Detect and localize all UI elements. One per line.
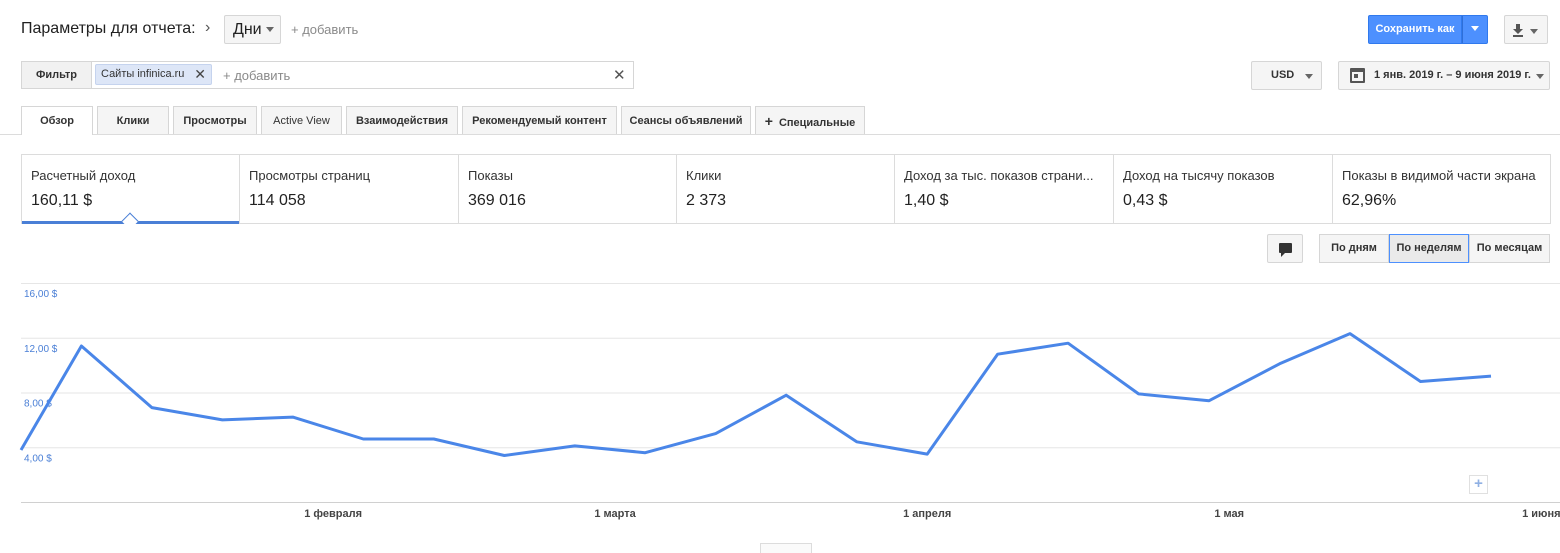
metric-value: 114 058 xyxy=(249,192,306,209)
metric-card-clicks[interactable]: Клики 2 373 xyxy=(677,155,895,223)
metric-name: Просмотры страниц xyxy=(249,168,371,183)
chevron-right-icon: › xyxy=(205,19,211,36)
filter-chip-prefix: Сайты xyxy=(101,68,138,80)
chevron-down-icon xyxy=(265,27,274,33)
metric-name: Расчетный доход xyxy=(31,168,136,183)
tab-active-view[interactable]: Active View xyxy=(261,106,342,134)
revenue-line-chart: 16,00 $12,00 $8,00 $4,00 $ 1 февраля 1 ма… xyxy=(19,283,1560,520)
tab-custom-label: Специальные xyxy=(778,117,856,129)
close-icon[interactable]: ✕ xyxy=(194,66,206,83)
metric-value: 160,11 $ xyxy=(31,192,93,209)
period-months-button[interactable]: По месяцам xyxy=(1469,234,1550,263)
tab-clicks[interactable]: Клики xyxy=(97,106,169,134)
report-params-label: Параметры для отчета: xyxy=(21,20,196,37)
plus-icon: + xyxy=(764,113,773,129)
metric-name: Доход на тысячу показов xyxy=(1123,168,1275,183)
metric-card-impressions[interactable]: Показы 369 016 xyxy=(459,155,677,223)
filter-add-input[interactable]: + добавить xyxy=(223,68,290,83)
filter-label: Фильтр xyxy=(22,62,92,88)
date-range-picker[interactable]: 1 янв. 2019 г. – 9 июня 2019 г. xyxy=(1338,61,1550,90)
chart-y-tick-label: 4,00 $ xyxy=(24,453,52,464)
save-as-button[interactable]: Сохранить как xyxy=(1368,15,1462,44)
tab-recommended-content[interactable]: Рекомендуемый контент xyxy=(462,106,617,134)
chart-gridlines xyxy=(21,283,1560,503)
metric-value: 2 373 xyxy=(686,192,727,209)
dimension-value: Дни xyxy=(233,21,262,38)
chart-y-tick-label: 12,00 $ xyxy=(24,344,58,355)
tab-overview[interactable]: Обзор xyxy=(21,106,93,135)
metric-name: Показы xyxy=(468,168,513,183)
chart-zoom-button[interactable]: + xyxy=(1469,475,1488,494)
metric-value: 62,96% xyxy=(1342,192,1397,209)
chart-x-tick-label: 1 мая xyxy=(1214,508,1244,520)
metric-name: Показы в видимой части экрана xyxy=(1342,168,1536,183)
dimension-dropdown[interactable]: Дни xyxy=(224,15,281,44)
download-button[interactable] xyxy=(1504,15,1548,44)
chart-x-tick-label: 1 марта xyxy=(594,508,636,520)
metric-value: 369 016 xyxy=(468,192,526,209)
metric-card-page-rpm[interactable]: Доход за тыс. показов страни... 1,40 $ xyxy=(895,155,1114,223)
tab-custom[interactable]: + Специальные xyxy=(755,106,865,134)
chart-series-line xyxy=(19,332,1492,457)
add-dimension-link[interactable]: + добавить xyxy=(291,22,358,37)
clear-filter-icon[interactable]: ✕ xyxy=(613,66,626,84)
chart-x-tick-label: 1 февраля xyxy=(304,508,362,520)
currency-value: USD xyxy=(1271,69,1295,81)
calendar-icon xyxy=(1350,68,1365,83)
chart-y-tick-label: 16,00 $ xyxy=(24,289,58,300)
tab-views[interactable]: Просмотры xyxy=(173,106,257,134)
download-icon xyxy=(1513,24,1538,38)
chart-x-axis: 1 февраля 1 марта 1 апреля 1 мая 1 июня xyxy=(304,508,1560,520)
chevron-down-icon xyxy=(1305,74,1313,79)
chart-scroll-handle[interactable] xyxy=(760,543,812,553)
chevron-down-icon xyxy=(1471,26,1479,32)
tab-ad-sessions[interactable]: Сеансы объявлений xyxy=(621,106,751,134)
metric-card-page-views[interactable]: Просмотры страниц 114 058 xyxy=(240,155,459,223)
metrics-scorecard: Расчетный доход 160,11 $ Просмотры стран… xyxy=(21,154,1551,224)
chart-x-tick-label: 1 июня xyxy=(1522,508,1560,520)
metric-card-viewability[interactable]: Показы в видимой части экрана 62,96% xyxy=(1333,155,1550,223)
filter-chip[interactable]: Сайты infinica.ru ✕ xyxy=(95,64,212,85)
save-options-button[interactable] xyxy=(1462,15,1488,44)
metric-card-impression-rpm[interactable]: Доход на тысячу показов 0,43 $ xyxy=(1114,155,1333,223)
chart-x-tick-label: 1 апреля xyxy=(903,508,951,520)
comment-icon xyxy=(1279,243,1292,257)
currency-select[interactable]: USD xyxy=(1251,61,1322,90)
metric-value: 1,40 $ xyxy=(904,192,949,209)
period-weeks-button[interactable]: По неделям xyxy=(1389,234,1469,263)
annotations-button[interactable] xyxy=(1267,234,1303,263)
metric-name: Клики xyxy=(686,168,722,183)
metric-value: 0,43 $ xyxy=(1123,192,1168,209)
period-days-button[interactable]: По дням xyxy=(1319,234,1389,263)
date-range-value: 1 янв. 2019 г. – 9 июня 2019 г. xyxy=(1374,69,1531,81)
metric-name: Доход за тыс. показов страни... xyxy=(904,168,1094,183)
tab-interactions[interactable]: Взаимодействия xyxy=(346,106,458,134)
plus-icon: + xyxy=(1474,475,1483,492)
filter-chip-value: infinica.ru xyxy=(137,68,185,80)
chevron-down-icon xyxy=(1536,74,1544,79)
